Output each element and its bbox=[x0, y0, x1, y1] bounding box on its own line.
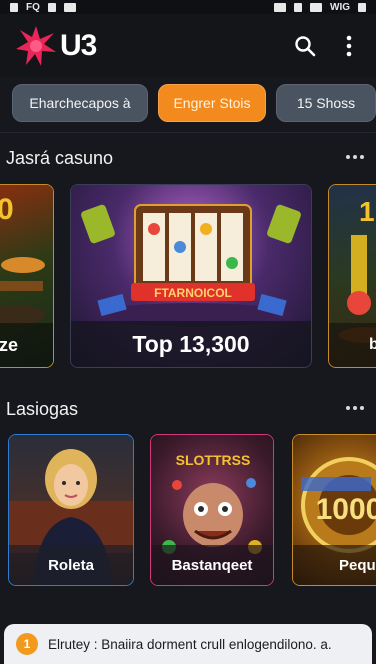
slot-art-text: SLOTTRSS bbox=[176, 452, 251, 468]
app-header: U3 bbox=[0, 14, 376, 78]
more-icon[interactable] bbox=[346, 405, 364, 411]
game-card-0[interactable]: 0 ze bbox=[0, 184, 54, 368]
chip-label: 15 Shoss bbox=[296, 95, 356, 111]
chip-1[interactable]: Engrer Stois bbox=[158, 84, 266, 122]
search-icon bbox=[295, 36, 316, 57]
status-left: FQ bbox=[10, 2, 76, 13]
card-label: Pequ bbox=[293, 545, 376, 585]
filter-chips: Eharchecapos à Engrer Stois 15 Shoss bbox=[0, 84, 376, 124]
more-icon[interactable] bbox=[346, 154, 364, 160]
status-left-text: FQ bbox=[26, 1, 40, 13]
menu-button[interactable] bbox=[336, 33, 362, 59]
notice-badge: 1 bbox=[16, 633, 38, 655]
svg-text:1: 1 bbox=[359, 196, 375, 227]
section-title-casino: Jasrá casuno bbox=[6, 148, 114, 168]
notification-bar[interactable]: 1 Elrutey : Bnaiira dorment crull enloge… bbox=[4, 624, 372, 664]
notification-icon bbox=[10, 2, 18, 12]
svg-text:0: 0 bbox=[0, 193, 14, 226]
status-right: WIG bbox=[274, 2, 366, 13]
card-label: Roleta bbox=[9, 545, 133, 585]
cast-icon bbox=[274, 2, 286, 12]
section-title-lasiogas: Lasiogas bbox=[6, 399, 79, 419]
search-button[interactable] bbox=[292, 33, 318, 59]
logo-star-icon bbox=[16, 26, 56, 66]
slot-art-text: FTARNOICOL bbox=[154, 286, 232, 300]
game-card-2[interactable]: 1 b bbox=[328, 184, 376, 368]
card-label: ze bbox=[0, 323, 53, 367]
signal-icon bbox=[294, 2, 302, 12]
divider bbox=[0, 132, 376, 133]
logo[interactable]: U3 bbox=[14, 24, 97, 68]
kebab-menu-icon bbox=[346, 35, 352, 57]
game-card-featured[interactable]: FTARNOICOL Top 13,300 bbox=[70, 184, 312, 368]
chip-label: Eharchecapos à bbox=[29, 95, 131, 111]
card-label: Bastanqeet bbox=[151, 545, 273, 585]
game-card-bastanqeet[interactable]: SLOTTRSS Bastanqeet bbox=[150, 434, 274, 586]
status-right-text: WIG bbox=[330, 1, 350, 13]
app-icon bbox=[47, 2, 56, 12]
game-card-roleta[interactable]: Roleta bbox=[8, 434, 134, 586]
card-label: b bbox=[329, 323, 376, 367]
chip-label: Engrer Stois bbox=[173, 95, 251, 111]
card-label: Top 13,300 bbox=[71, 321, 311, 367]
chip-0[interactable]: Eharchecapos à bbox=[12, 84, 148, 122]
status-bar: FQ WIG bbox=[0, 0, 376, 14]
notice-text: Elrutey : Bnaiira dorment crull enlogend… bbox=[48, 636, 332, 652]
slot-art-text: 1000 bbox=[316, 493, 376, 526]
header-actions bbox=[292, 33, 362, 59]
wifi-icon bbox=[310, 2, 322, 12]
chip-2[interactable]: 15 Shoss bbox=[276, 84, 376, 122]
battery-icon bbox=[358, 2, 366, 12]
game-card-pequ[interactable]: 1000 Pequ bbox=[292, 434, 376, 586]
logo-text: U3 bbox=[60, 29, 97, 62]
media-icon bbox=[63, 2, 76, 12]
